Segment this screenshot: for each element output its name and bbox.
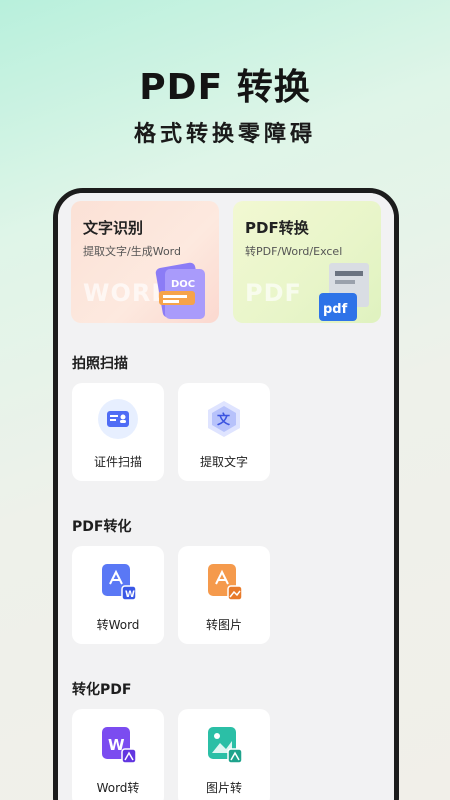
doc-illustration-icon: DOC xyxy=(155,262,205,319)
id-scan-tile[interactable]: 证件扫描 xyxy=(72,383,164,481)
id-card-icon xyxy=(98,399,138,439)
word-to-pdf-icon: W xyxy=(102,727,137,764)
ocr-card-title: 文字识别 xyxy=(83,219,144,237)
image-to-pdf-tile[interactable]: 图片转 xyxy=(178,709,270,800)
id-scan-label: 证件扫描 xyxy=(93,455,142,469)
pdf-to-word-label: 转Word xyxy=(96,618,140,632)
section-title-pdf-convert: PDF转化 xyxy=(72,519,132,535)
pdf-to-image-label: 转图片 xyxy=(205,618,242,632)
hero-title: PDF 转换 xyxy=(139,67,311,108)
app-screen: 文字识别 提取文字/生成Word WORD DOC PDF转换 转PDF/Wor… xyxy=(58,193,394,800)
pdf-to-image-icon xyxy=(208,564,243,601)
doc-badge-text: DOC xyxy=(171,279,195,290)
pdf-illustration-icon: pdf xyxy=(319,263,369,321)
extract-text-label: 提取文字 xyxy=(199,455,248,469)
section-title-to-pdf: 转化PDF xyxy=(72,682,132,698)
pdf-to-image-tile[interactable]: 转图片 xyxy=(178,546,270,644)
section-title-scan: 拍照扫描 xyxy=(72,356,128,372)
image-to-pdf-icon xyxy=(208,727,243,764)
pdf-to-word-badge: W xyxy=(125,590,135,600)
pdf-to-word-tile[interactable]: W 转Word xyxy=(72,546,164,644)
word-to-pdf-tile[interactable]: W Word转 xyxy=(72,709,164,800)
ocr-feature-card[interactable]: 文字识别 提取文字/生成Word WORD DOC xyxy=(71,201,219,323)
phone-frame: 文字识别 提取文字/生成Word WORD DOC PDF转换 转PDF/Wor… xyxy=(53,188,399,800)
pdf-card-title: PDF转换 xyxy=(245,219,309,237)
pdf-watermark: PDF xyxy=(245,279,302,307)
text-extract-icon: 文 xyxy=(208,401,240,437)
hero-subtitle: 格式转换零障碍 xyxy=(133,122,316,147)
word-to-pdf-label: Word转 xyxy=(96,781,140,795)
pdf-to-word-icon: W xyxy=(102,564,137,601)
pdf-badge-text: pdf xyxy=(323,302,348,317)
text-extract-glyph: 文 xyxy=(217,412,231,428)
pdf-feature-card[interactable]: PDF转换 转PDF/Word/Excel PDF pdf xyxy=(233,201,381,323)
image-to-pdf-label: 图片转 xyxy=(205,781,242,795)
extract-text-tile[interactable]: 文 提取文字 xyxy=(178,383,270,481)
